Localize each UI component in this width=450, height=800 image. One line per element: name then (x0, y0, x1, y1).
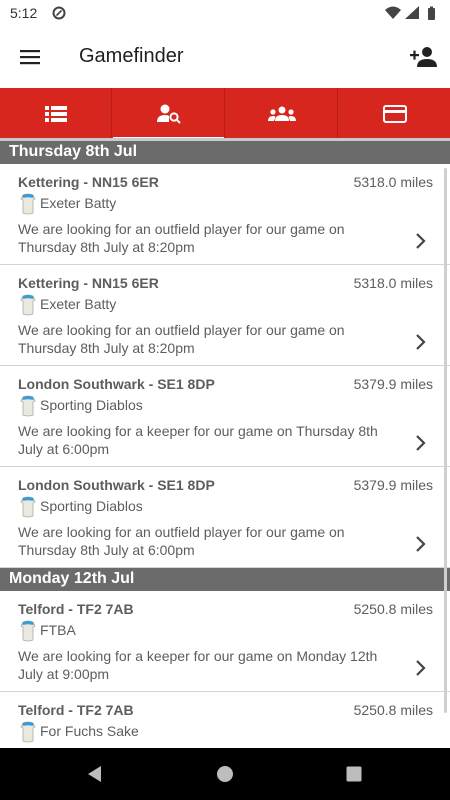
tab-group[interactable] (226, 88, 338, 140)
group-icon (267, 106, 296, 121)
list-icon (44, 106, 67, 122)
team-shirt-icon (20, 620, 36, 642)
add-person-icon[interactable] (408, 41, 440, 73)
item-team: FTBA (40, 622, 76, 638)
tab-person-search[interactable] (113, 88, 225, 140)
list-item[interactable]: Kettering - NN15 6ER 5318.0 miles Exeter… (0, 265, 450, 366)
list-item[interactable]: Telford - TF2 7AB 5250.8 miles For Fuchs… (0, 692, 450, 748)
date-header: Thursday 8th Jul (0, 141, 450, 164)
item-description: We are looking for a keeper for our game… (18, 648, 378, 682)
item-location: Kettering - NN15 6ER (18, 174, 159, 190)
system-status-icons (385, 6, 435, 20)
chevron-right-icon[interactable] (414, 433, 428, 453)
list-item[interactable]: Telford - TF2 7AB 5250.8 miles FTBA We a… (0, 591, 450, 692)
item-distance: 5318.0 miles (353, 275, 433, 291)
item-team: Sporting Diablos (40, 397, 143, 413)
item-team: For Fuchs Sake (40, 723, 139, 739)
menu-icon[interactable] (14, 42, 46, 72)
team-shirt-icon (20, 496, 36, 518)
data-saver-icon (52, 6, 66, 20)
item-distance: 5318.0 miles (353, 174, 433, 190)
chevron-right-icon[interactable] (414, 332, 428, 352)
list-item[interactable]: Kettering - NN15 6ER 5318.0 miles Exeter… (0, 164, 450, 265)
back-icon[interactable] (85, 764, 105, 784)
item-team: Sporting Diablos (40, 498, 143, 514)
list-item[interactable]: London Southwark - SE1 8DP 5379.9 miles … (0, 467, 450, 568)
item-distance: 5250.8 miles (353, 702, 433, 718)
item-distance: 5250.8 miles (353, 601, 433, 617)
app-bar: Gamefinder (0, 26, 450, 88)
chevron-right-icon[interactable] (414, 231, 428, 251)
team-shirt-icon (20, 193, 36, 215)
tab-card[interactable] (339, 88, 450, 140)
card-icon (383, 105, 407, 123)
signal-icon (405, 6, 419, 19)
date-header: Monday 12th Jul (0, 568, 450, 591)
item-description: We are looking for a keeper for our game… (18, 423, 378, 457)
list-item[interactable]: London Southwark - SE1 8DP 5379.9 miles … (0, 366, 450, 467)
item-location: Telford - TF2 7AB (18, 601, 134, 617)
item-description: We are looking for an outfield player fo… (18, 524, 345, 558)
item-location: Telford - TF2 7AB (18, 702, 134, 718)
battery-icon (428, 8, 435, 20)
item-location: London Southwark - SE1 8DP (18, 477, 215, 493)
team-shirt-icon (20, 721, 36, 743)
home-icon[interactable] (215, 764, 235, 784)
game-list[interactable]: Thursday 8th Jul Kettering - NN15 6ER 53… (0, 141, 450, 748)
tab-list[interactable] (0, 88, 112, 140)
team-shirt-icon (20, 294, 36, 316)
wifi-icon (385, 6, 401, 19)
item-team: Exeter Batty (40, 195, 117, 211)
item-distance: 5379.9 miles (353, 376, 433, 392)
status-time: 5:12 (10, 5, 38, 21)
system-nav-bar (0, 748, 450, 800)
status-bar: 5:12 (0, 0, 450, 26)
team-shirt-icon (20, 395, 36, 417)
item-distance: 5379.9 miles (353, 477, 433, 493)
item-team: Exeter Batty (40, 296, 117, 312)
item-location: London Southwark - SE1 8DP (18, 376, 215, 392)
item-description: We are looking for an outfield player fo… (18, 322, 345, 356)
chevron-right-icon[interactable] (414, 534, 428, 554)
item-description: We are looking for an outfield player fo… (18, 221, 345, 255)
chevron-right-icon[interactable] (414, 658, 428, 678)
page-title: Gamefinder (79, 45, 184, 67)
recents-icon[interactable] (344, 764, 364, 784)
item-location: Kettering - NN15 6ER (18, 275, 159, 291)
tab-bar (0, 88, 450, 140)
scrollbar[interactable] (444, 168, 447, 713)
person-search-icon (156, 104, 181, 124)
